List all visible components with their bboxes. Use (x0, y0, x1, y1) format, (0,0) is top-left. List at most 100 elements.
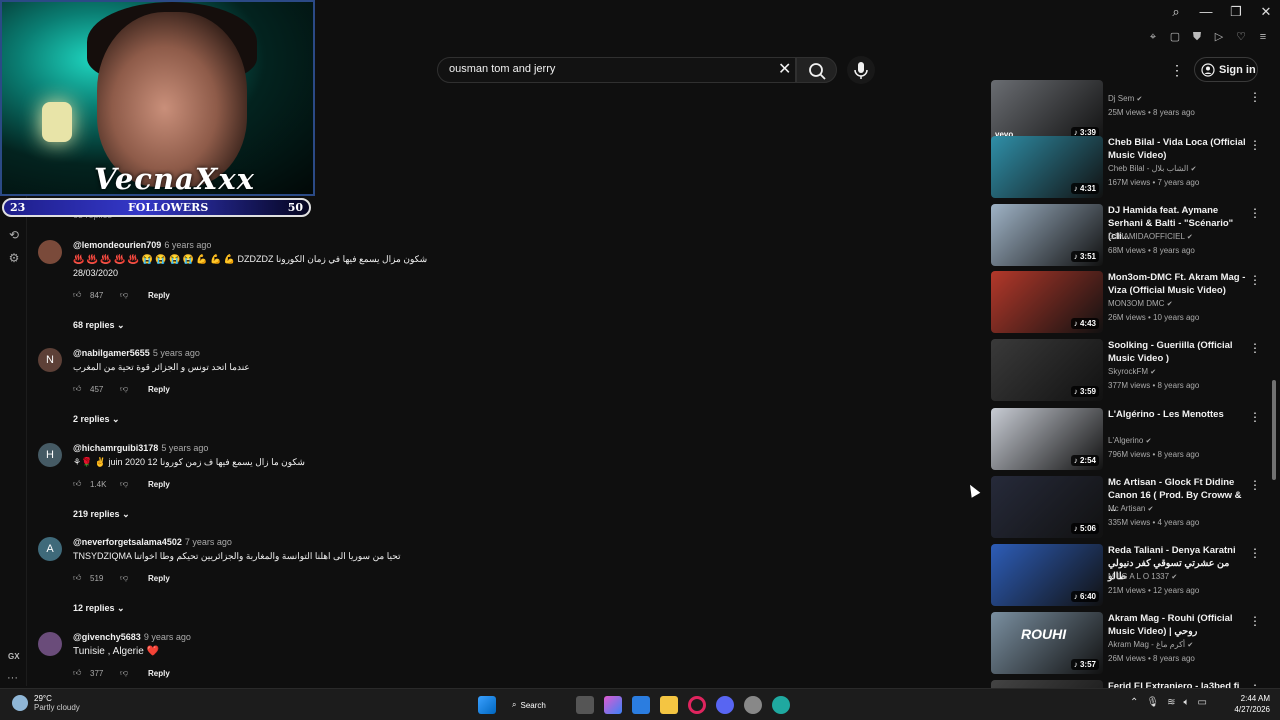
like-icon[interactable]: 👍︎ (73, 290, 85, 300)
video-item[interactable]: ROUHI ♪ 3:57 Akram Mag - Rouhi (Official M… (991, 612, 1266, 674)
video-menu-icon[interactable]: ⋮ (1249, 546, 1261, 560)
video-item[interactable]: ♪ 4:43 Mon3om-DMC Ft. Akram Mag - Viza (O… (991, 271, 1266, 333)
video-channel[interactable]: Akram Mag - أكرم ماغ ✔ (1108, 640, 1193, 649)
history-icon[interactable]: ⟲ (7, 228, 21, 242)
video-channel[interactable]: MON3OM DMC ✔ (1108, 299, 1173, 308)
file-explorer-icon[interactable] (660, 696, 678, 714)
clock[interactable]: 2:44 AM 4/27/2026 (1226, 693, 1270, 715)
player-icon[interactable]: ▷ (1212, 30, 1226, 44)
video-channel[interactable]: Mc Artisan ✔ (1108, 504, 1153, 513)
video-thumbnail[interactable]: ♪ 5:06 (991, 476, 1103, 538)
shield-icon[interactable]: ⛊ (1190, 30, 1204, 44)
taskbar-search[interactable]: ⌕ Search (506, 695, 566, 715)
task-view-icon[interactable] (576, 696, 594, 714)
close-icon[interactable]: ✕ (1258, 4, 1274, 20)
like-icon[interactable]: 👍︎ (73, 479, 85, 489)
discord-icon[interactable] (716, 696, 734, 714)
video-item[interactable]: ♪ 6:40 Reda Taliani - Denya Karatni من عش… (991, 544, 1266, 606)
video-menu-icon[interactable]: ⋮ (1249, 273, 1261, 287)
weather-widget[interactable]: 29°C Partly cloudy (12, 694, 80, 712)
like-icon[interactable]: 👍︎ (73, 384, 85, 394)
video-thumbnail[interactable]: ♪ 4:43 (991, 271, 1103, 333)
clear-search-icon[interactable]: ✕ (778, 62, 791, 78)
dislike-icon[interactable]: 👎︎ (120, 479, 140, 489)
video-channel[interactable]: L'Algerino ✔ (1108, 436, 1151, 445)
search-button[interactable] (796, 57, 837, 83)
replies-toggle[interactable]: 12 replies ⌄ (73, 603, 125, 614)
comment-time[interactable]: 6 years ago (164, 240, 211, 250)
store-icon[interactable] (632, 696, 650, 714)
video-thumbnail[interactable]: ♪ 6:40 (991, 544, 1103, 606)
wifi-icon[interactable]: ≋ (1167, 697, 1175, 708)
video-channel[interactable]: Cheb Bilal - الشاب بلال ✔ (1108, 164, 1197, 173)
comment-author[interactable]: @neverforgetsalama4502 (73, 537, 182, 547)
replies-toggle[interactable]: 219 replies ⌄ (73, 509, 130, 520)
battery-icon[interactable]: ▭ (1197, 697, 1206, 708)
reply-button[interactable]: Reply (148, 480, 170, 489)
reply-button[interactable]: Reply (148, 574, 170, 583)
video-thumbnail[interactable]: ♪ 2:54 (991, 408, 1103, 470)
comment-author[interactable]: @hichamrguibi3178 (73, 443, 158, 453)
reply-button[interactable]: Reply (148, 291, 170, 300)
video-thumbnail[interactable]: vevo ♪ 3:39 (991, 80, 1103, 142)
search-box[interactable]: ✕ (437, 57, 796, 83)
video-item[interactable]: ♪ 5:06 Mc Artisan - Glock Ft Didine Canon… (991, 476, 1266, 538)
menu-icon[interactable]: ≡ (1256, 30, 1270, 44)
video-item[interactable]: ♪ 3:59 Soolking - Gueriilla (Official Mus… (991, 339, 1266, 401)
video-thumbnail[interactable]: ♪ 4:31 (991, 136, 1103, 198)
video-title[interactable]: Akram Mag - Rouhi (Official Music Video)… (1108, 612, 1248, 638)
windows-start-icon[interactable] (478, 696, 496, 714)
edge-icon[interactable] (772, 696, 790, 714)
video-menu-icon[interactable]: ⋮ (1249, 410, 1261, 424)
settings-icon[interactable]: ⚙ (7, 251, 21, 265)
sign-in-button[interactable]: Sign in (1194, 57, 1258, 82)
comment-time[interactable]: 9 years ago (144, 632, 191, 642)
pin-icon[interactable]: ⌖ (1146, 30, 1160, 44)
reply-button[interactable]: Reply (148, 669, 170, 678)
heart-icon[interactable]: ♡ (1234, 30, 1248, 44)
video-item[interactable]: ♪ 3:51 DJ Hamida feat. Aymane Serhani & B… (991, 204, 1266, 266)
search-icon[interactable]: ⌕ (1168, 4, 1184, 20)
video-title[interactable]: Mon3om-DMC Ft. Akram Mag - Viza (Officia… (1108, 271, 1248, 297)
replies-toggle[interactable]: 2 replies ⌄ (73, 414, 120, 425)
replies-toggle[interactable]: 68 replies ⌄ (73, 320, 125, 331)
minimize-icon[interactable]: — (1198, 4, 1214, 20)
video-title[interactable]: L'Algérino - Les Menottes (1108, 408, 1248, 421)
like-icon[interactable]: 👍︎ (73, 668, 85, 678)
reply-button[interactable]: Reply (148, 385, 170, 394)
comment-author[interactable]: @lemondeourien709 (73, 240, 161, 250)
volume-icon[interactable]: 🔈︎ (1183, 697, 1189, 708)
video-channel[interactable]: M I G A L O 1337 ✔ (1108, 572, 1177, 581)
settings-menu-icon[interactable]: ⋮ (1170, 62, 1184, 79)
dislike-icon[interactable]: 👎︎ (120, 573, 140, 583)
video-item[interactable]: ♪ 2:54 L'Algérino - Les Menottes L'Algerin… (991, 408, 1266, 470)
video-menu-icon[interactable]: ⋮ (1249, 478, 1261, 492)
video-thumbnail[interactable]: ♪ 3:59 (991, 339, 1103, 401)
comment-author[interactable]: @nabilgamer5655 (73, 348, 150, 358)
video-title[interactable]: Cheb Bilal - Vida Loca (Official Music V… (1108, 136, 1248, 162)
video-channel[interactable]: DJHAMIDAOFFICIEL ✔ (1108, 232, 1193, 241)
scrollbar[interactable] (1272, 380, 1276, 480)
dislike-icon[interactable]: 👎︎ (120, 290, 140, 300)
video-title[interactable]: Soolking - Gueriilla (Official Music Vid… (1108, 339, 1248, 365)
video-channel[interactable]: SkyrockFM ✔ (1108, 367, 1156, 376)
comment-time[interactable]: 7 years ago (185, 537, 232, 547)
restore-icon[interactable]: ❐ (1228, 4, 1244, 20)
voice-search-button[interactable] (847, 56, 875, 84)
opera-gx-icon[interactable] (688, 696, 706, 714)
like-icon[interactable]: 👍︎ (73, 573, 85, 583)
snapshot-icon[interactable]: ▢ (1168, 30, 1182, 44)
video-thumbnail[interactable]: ♪ 3:51 (991, 204, 1103, 266)
chevron-up-icon[interactable]: ⌃ (1130, 697, 1138, 708)
mic-tray-icon[interactable]: 🎙︎ (1146, 697, 1159, 708)
video-item[interactable]: ♪ 4:31 Cheb Bilal - Vida Loca (Official M… (991, 136, 1266, 198)
search-input[interactable] (449, 63, 749, 75)
video-menu-icon[interactable]: ⋮ (1249, 206, 1261, 220)
video-menu-icon[interactable]: ⋮ (1249, 90, 1261, 104)
more-icon[interactable]: ··· (7, 672, 18, 684)
video-thumbnail[interactable]: ROUHI ♪ 3:57 (991, 612, 1103, 674)
dislike-icon[interactable]: 👎︎ (120, 384, 140, 394)
video-menu-icon[interactable]: ⋮ (1249, 138, 1261, 152)
video-menu-icon[interactable]: ⋮ (1249, 614, 1261, 628)
chrome-icon[interactable] (744, 696, 762, 714)
